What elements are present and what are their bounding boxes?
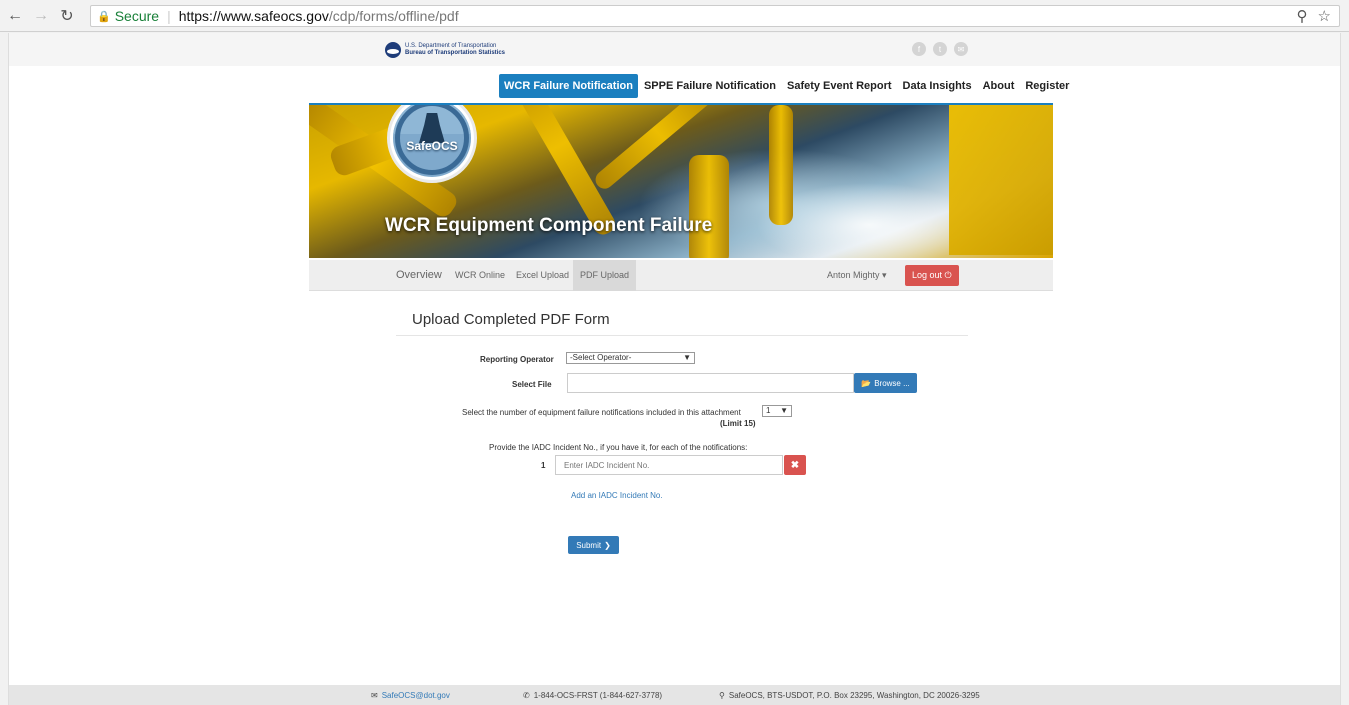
logout-label: Log out bbox=[912, 270, 943, 280]
page-title: WCR Equipment Component Failure bbox=[385, 215, 713, 236]
url-path: /cdp/forms/offline/pdf bbox=[328, 8, 459, 24]
nav-sppe-failure-notification[interactable]: SPPE Failure Notification bbox=[639, 74, 781, 98]
subnav-overview[interactable]: Overview bbox=[396, 260, 442, 291]
operator-label: Reporting Operator bbox=[480, 355, 554, 364]
footer-email-link[interactable]: SafeOCS@dot.gov bbox=[382, 691, 450, 700]
social-links: f t ✉ bbox=[912, 42, 968, 56]
reload-icon[interactable]: ↻ bbox=[56, 5, 78, 27]
iadc-prompt: Provide the IADC Incident No., if you ha… bbox=[489, 443, 748, 452]
subnav-wcr-online[interactable]: WCR Online bbox=[455, 260, 505, 291]
browser-toolbar: ← → ↻ 🔒 Secure | https://www.safeocs.gov… bbox=[0, 0, 1349, 32]
url-host: https://www.safeocs.gov bbox=[178, 8, 329, 24]
hero-banner: SafeOCS WCR Equipment Component Failure bbox=[309, 103, 1053, 258]
nav-wcr-failure-notification[interactable]: WCR Failure Notification bbox=[499, 74, 638, 98]
submit-label: Submit bbox=[576, 540, 602, 550]
hero-pipe-shape bbox=[769, 105, 793, 225]
dot-logo-line2: Bureau of Transportation Statistics bbox=[405, 50, 506, 56]
nav-safety-event-report[interactable]: Safety Event Report bbox=[782, 74, 897, 98]
folder-open-icon: 📂 bbox=[861, 378, 872, 388]
power-icon: ⏻ bbox=[944, 270, 952, 280]
map-marker-icon: ⚲ bbox=[719, 691, 725, 700]
email-icon[interactable]: ✉ bbox=[954, 42, 968, 56]
logout-button[interactable]: Log out ⏻ bbox=[905, 265, 959, 286]
count-select-value: 1 bbox=[766, 406, 771, 415]
envelope-icon: ✉ bbox=[371, 691, 378, 700]
operator-select-value: -Select Operator- bbox=[570, 353, 632, 362]
nav-data-insights[interactable]: Data Insights bbox=[898, 74, 977, 98]
zoom-icon[interactable]: ⚲ bbox=[1297, 7, 1308, 25]
hero-pipe-shape bbox=[949, 105, 1053, 255]
footer-address-text: SafeOCS, BTS-USDOT, P.O. Box 23295, Wash… bbox=[728, 691, 980, 700]
nav-about[interactable]: About bbox=[978, 74, 1020, 98]
browse-label: Browse ... bbox=[874, 378, 910, 388]
sub-nav: Overview WCR Online Excel Upload PDF Upl… bbox=[309, 260, 1053, 291]
divider bbox=[396, 335, 968, 336]
count-limit: (Limit 15) bbox=[720, 419, 756, 428]
add-iadc-link[interactable]: Add an IADC Incident No. bbox=[571, 491, 663, 500]
lock-icon: 🔒 bbox=[97, 10, 111, 23]
footer: ✉ SafeOCS@dot.gov ✆ 1-844-OCS-FRST (1-84… bbox=[9, 685, 1340, 705]
dot-emblem-icon bbox=[385, 42, 401, 58]
footer-phone: ✆ 1-844-OCS-FRST (1-844-627-3778) bbox=[523, 691, 662, 700]
count-select[interactable]: 1 ▼ bbox=[762, 405, 792, 417]
chevron-right-icon: ❯ bbox=[604, 540, 611, 550]
remove-row-button[interactable]: ✖ bbox=[784, 455, 806, 475]
footer-phone-text: 1-844-OCS-FRST (1-844-627-3778) bbox=[533, 691, 663, 700]
nav-register[interactable]: Register bbox=[1020, 74, 1074, 98]
subnav-pdf-upload[interactable]: PDF Upload bbox=[573, 260, 637, 291]
dropdown-arrow-icon: ▼ bbox=[780, 406, 788, 415]
forward-icon[interactable]: → bbox=[30, 5, 52, 27]
dropdown-arrow-icon: ▼ bbox=[683, 353, 691, 362]
phone-icon: ✆ bbox=[523, 691, 530, 700]
top-header-bar: U.S. Department of Transportation Bureau… bbox=[9, 33, 1340, 66]
safeocs-badge: SafeOCS bbox=[387, 105, 477, 183]
user-name: Anton Mighty bbox=[827, 270, 880, 280]
dot-logo[interactable]: U.S. Department of Transportation Bureau… bbox=[385, 42, 505, 58]
back-icon[interactable]: ← bbox=[4, 5, 26, 27]
bookmark-star-icon[interactable]: ☆ bbox=[1318, 7, 1331, 25]
badge-label: SafeOCS bbox=[406, 139, 458, 153]
submit-button[interactable]: Submit ❯ bbox=[568, 536, 619, 554]
subnav-excel-upload[interactable]: Excel Upload bbox=[516, 260, 569, 291]
operator-select[interactable]: -Select Operator- ▼ bbox=[566, 352, 695, 364]
count-label: Select the number of equipment failure n… bbox=[462, 408, 741, 417]
close-icon: ✖ bbox=[790, 459, 800, 471]
facebook-icon[interactable]: f bbox=[912, 42, 926, 56]
iadc-incident-input[interactable] bbox=[555, 455, 783, 475]
page-viewport: U.S. Department of Transportation Bureau… bbox=[8, 33, 1341, 705]
footer-email: ✉ SafeOCS@dot.gov bbox=[371, 691, 450, 700]
form-title: Upload Completed PDF Form bbox=[412, 311, 610, 328]
twitter-icon[interactable]: t bbox=[933, 42, 947, 56]
file-label: Select File bbox=[512, 380, 552, 389]
main-nav: WCR Failure Notification SPPE Failure No… bbox=[499, 74, 1075, 98]
footer-address: ⚲ SafeOCS, BTS-USDOT, P.O. Box 23295, Wa… bbox=[719, 691, 980, 700]
dot-logo-line1: U.S. Department of Transportation bbox=[405, 43, 497, 49]
url-separator: | bbox=[167, 8, 171, 24]
hero-pipe-shape bbox=[689, 155, 729, 258]
browse-button[interactable]: 📂 Browse ... bbox=[854, 373, 917, 393]
address-bar[interactable]: 🔒 Secure | https://www.safeocs.gov/cdp/f… bbox=[90, 5, 1340, 27]
secure-label: Secure bbox=[114, 8, 160, 24]
caret-down-icon: ▾ bbox=[882, 270, 887, 280]
iadc-row-number: 1 bbox=[541, 461, 546, 470]
user-menu[interactable]: Anton Mighty ▾ bbox=[827, 260, 887, 291]
file-path-input[interactable] bbox=[567, 373, 854, 393]
